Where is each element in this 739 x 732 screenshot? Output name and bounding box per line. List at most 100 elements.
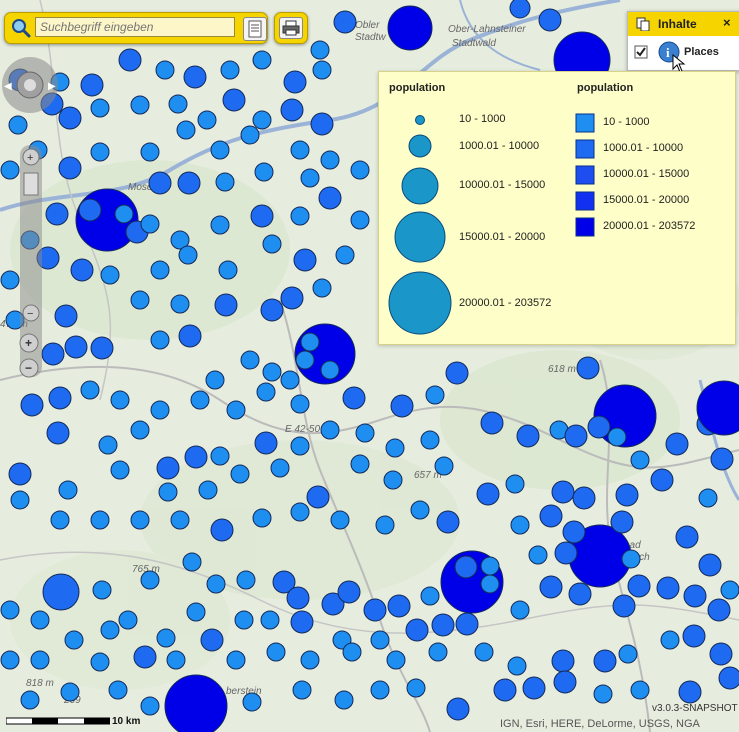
population-point[interactable] — [410, 500, 430, 520]
population-point[interactable] — [480, 411, 504, 435]
population-point[interactable] — [230, 464, 250, 484]
population-point[interactable] — [130, 95, 150, 115]
population-point[interactable] — [64, 335, 88, 359]
population-point[interactable] — [156, 456, 180, 480]
population-point[interactable] — [310, 40, 330, 60]
population-point[interactable] — [510, 600, 530, 620]
population-point[interactable] — [370, 680, 390, 700]
population-point[interactable] — [630, 450, 650, 470]
population-point[interactable] — [431, 613, 455, 637]
population-point[interactable] — [436, 510, 460, 534]
population-point[interactable] — [178, 245, 198, 265]
population-point[interactable] — [554, 541, 578, 565]
population-point[interactable] — [80, 73, 104, 97]
population-point[interactable] — [148, 171, 172, 195]
population-point[interactable] — [210, 215, 230, 235]
population-point[interactable] — [90, 510, 110, 530]
population-point[interactable] — [48, 386, 72, 410]
population-point[interactable] — [110, 390, 130, 410]
population-point[interactable] — [656, 576, 680, 600]
population-point[interactable] — [220, 60, 240, 80]
population-point[interactable] — [182, 552, 202, 572]
population-point[interactable] — [612, 594, 636, 618]
population-point[interactable] — [280, 370, 300, 390]
population-point[interactable] — [320, 150, 340, 170]
population-point[interactable] — [90, 98, 110, 118]
population-point[interactable] — [242, 692, 262, 712]
population-point[interactable] — [386, 650, 406, 670]
population-point[interactable] — [214, 293, 238, 317]
population-point[interactable] — [260, 610, 280, 630]
population-point[interactable] — [158, 482, 178, 502]
population-point[interactable] — [140, 570, 160, 590]
population-point[interactable] — [260, 298, 284, 322]
population-point[interactable] — [200, 628, 224, 652]
population-point[interactable] — [420, 430, 440, 450]
population-point[interactable] — [564, 424, 588, 448]
population-point[interactable] — [675, 525, 699, 549]
population-point[interactable] — [270, 458, 290, 478]
population-point[interactable] — [405, 618, 429, 642]
search-icon[interactable] — [11, 18, 31, 38]
population-point[interactable] — [553, 670, 577, 694]
population-point[interactable] — [226, 650, 246, 670]
population-point[interactable] — [90, 652, 110, 672]
population-point[interactable] — [252, 508, 272, 528]
population-point[interactable] — [707, 598, 731, 622]
population-point[interactable] — [660, 630, 680, 650]
population-point[interactable] — [150, 330, 170, 350]
population-point[interactable] — [226, 400, 246, 420]
population-point[interactable] — [98, 435, 118, 455]
population-point[interactable] — [100, 620, 120, 640]
population-point[interactable] — [198, 480, 218, 500]
population-point[interactable] — [420, 586, 440, 606]
population-point[interactable] — [266, 642, 286, 662]
population-point[interactable] — [387, 5, 433, 51]
population-point[interactable] — [210, 140, 230, 160]
population-point[interactable] — [454, 555, 478, 579]
population-point[interactable] — [256, 382, 276, 402]
population-point[interactable] — [290, 502, 310, 522]
population-point[interactable] — [507, 656, 527, 676]
population-point[interactable] — [539, 504, 563, 528]
population-point[interactable] — [30, 650, 50, 670]
population-point[interactable] — [197, 110, 217, 130]
population-point[interactable] — [64, 630, 84, 650]
population-point[interactable] — [118, 610, 138, 630]
population-point[interactable] — [58, 106, 82, 130]
population-point[interactable] — [240, 350, 260, 370]
population-point[interactable] — [610, 510, 634, 534]
population-point[interactable] — [678, 680, 702, 704]
population-point[interactable] — [140, 214, 160, 234]
population-point[interactable] — [370, 630, 390, 650]
population-point[interactable] — [58, 156, 82, 180]
population-point[interactable] — [293, 248, 317, 272]
population-point[interactable] — [539, 575, 563, 599]
population-point[interactable] — [206, 574, 226, 594]
search-input[interactable] — [35, 17, 235, 37]
population-point[interactable] — [445, 361, 469, 385]
population-point[interactable] — [10, 490, 30, 510]
population-point[interactable] — [551, 649, 575, 673]
population-point[interactable] — [480, 556, 500, 576]
population-point[interactable] — [312, 278, 332, 298]
population-point[interactable] — [236, 570, 256, 590]
population-point[interactable] — [342, 386, 366, 410]
population-point[interactable] — [355, 423, 375, 443]
population-point[interactable] — [110, 460, 130, 480]
population-point[interactable] — [510, 515, 530, 535]
population-point[interactable] — [516, 424, 540, 448]
population-point[interactable] — [476, 482, 500, 506]
population-point[interactable] — [607, 427, 627, 447]
population-point[interactable] — [455, 612, 479, 636]
population-point[interactable] — [280, 286, 304, 310]
population-point[interactable] — [528, 545, 548, 565]
population-point[interactable] — [509, 0, 531, 19]
population-point[interactable] — [290, 610, 314, 634]
pan-control[interactable]: ◀ ▶ — [2, 57, 58, 113]
population-point[interactable] — [593, 649, 617, 673]
population-point[interactable] — [665, 432, 689, 456]
population-point[interactable] — [683, 584, 707, 608]
population-point[interactable] — [210, 518, 234, 542]
population-point[interactable] — [337, 580, 361, 604]
